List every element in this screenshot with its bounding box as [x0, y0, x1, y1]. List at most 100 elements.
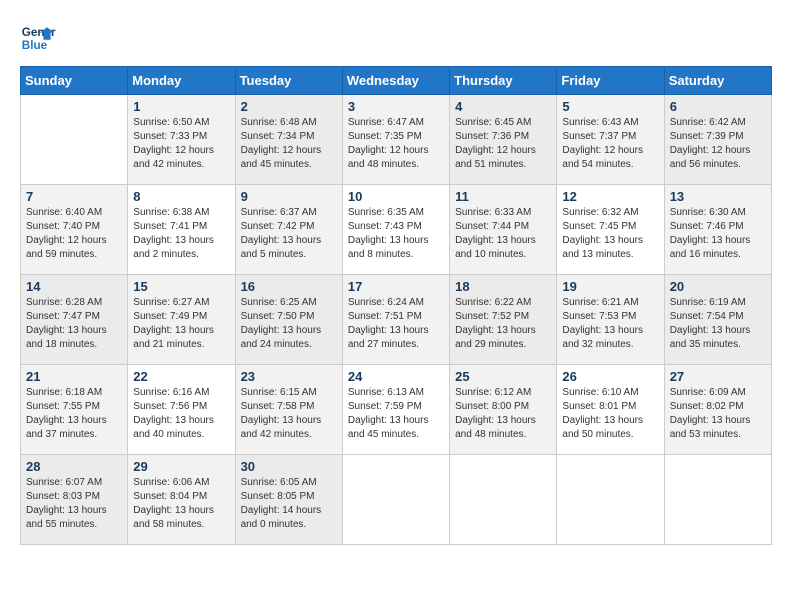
day-info: Sunrise: 6:07 AM Sunset: 8:03 PM Dayligh… — [26, 476, 122, 532]
column-header-friday: Friday — [557, 67, 664, 95]
day-info: Sunrise: 6:05 AM Sunset: 8:05 PM Dayligh… — [241, 476, 337, 532]
day-number: 5 — [562, 99, 658, 114]
day-cell: 28 Sunrise: 6:07 AM Sunset: 8:03 PM Dayli… — [21, 455, 128, 545]
day-cell: 21Sunrise: 6:18 AM Sunset: 7:55 PM Dayli… — [21, 365, 128, 455]
day-cell: 30 Sunrise: 6:05 AM Sunset: 8:05 PM Dayli… — [235, 455, 342, 545]
day-number: 28 — [26, 459, 122, 474]
day-cell: 12 Sunrise: 6:32 AM Sunset: 7:45 PM Dayli… — [557, 185, 664, 275]
column-header-wednesday: Wednesday — [342, 67, 449, 95]
day-info: Sunrise: 6:12 AM Sunset: 8:00 PM Dayligh… — [455, 386, 551, 442]
day-cell — [557, 455, 664, 545]
day-number: 9 — [241, 189, 337, 204]
day-cell: 24Sunrise: 6:13 AM Sunset: 7:59 PM Dayli… — [342, 365, 449, 455]
week-row-5: 28 Sunrise: 6:07 AM Sunset: 8:03 PM Dayli… — [21, 455, 772, 545]
day-number: 1 — [133, 99, 229, 114]
day-cell: 29Sunrise: 6:06 AM Sunset: 8:04 PM Dayli… — [128, 455, 235, 545]
day-cell: 20 Sunrise: 6:19 AM Sunset: 7:54 PM Dayli… — [664, 275, 771, 365]
day-cell: 18 Sunrise: 6:22 AM Sunset: 7:52 PM Dayli… — [450, 275, 557, 365]
day-info: Sunrise: 6:47 AM Sunset: 7:35 PM Dayligh… — [348, 116, 444, 172]
day-number: 30 — [241, 459, 337, 474]
day-info: Sunrise: 6:28 AM Sunset: 7:47 PM Dayligh… — [26, 296, 122, 352]
day-cell: 25 Sunrise: 6:12 AM Sunset: 8:00 PM Dayli… — [450, 365, 557, 455]
column-header-tuesday: Tuesday — [235, 67, 342, 95]
day-number: 15 — [133, 279, 229, 294]
day-info: Sunrise: 6:06 AM Sunset: 8:04 PM Dayligh… — [133, 476, 229, 532]
day-cell: 11 Sunrise: 6:33 AM Sunset: 7:44 PM Dayli… — [450, 185, 557, 275]
day-info: Sunrise: 6:45 AM Sunset: 7:36 PM Dayligh… — [455, 116, 551, 172]
day-cell: 16 Sunrise: 6:25 AM Sunset: 7:50 PM Dayli… — [235, 275, 342, 365]
day-cell: 15 Sunrise: 6:27 AM Sunset: 7:49 PM Dayli… — [128, 275, 235, 365]
day-cell — [21, 95, 128, 185]
day-number: 26 — [562, 369, 658, 384]
week-row-4: 21Sunrise: 6:18 AM Sunset: 7:55 PM Dayli… — [21, 365, 772, 455]
day-number: 14 — [26, 279, 122, 294]
day-number: 18 — [455, 279, 551, 294]
column-header-monday: Monday — [128, 67, 235, 95]
day-info: Sunrise: 6:22 AM Sunset: 7:52 PM Dayligh… — [455, 296, 551, 352]
day-number: 10 — [348, 189, 444, 204]
column-header-sunday: Sunday — [21, 67, 128, 95]
day-cell: 6 Sunrise: 6:42 AM Sunset: 7:39 PM Daylig… — [664, 95, 771, 185]
week-row-1: 1 Sunrise: 6:50 AM Sunset: 7:33 PM Daylig… — [21, 95, 772, 185]
day-info: Sunrise: 6:32 AM Sunset: 7:45 PM Dayligh… — [562, 206, 658, 262]
day-info: Sunrise: 6:40 AM Sunset: 7:40 PM Dayligh… — [26, 206, 122, 262]
day-number: 7 — [26, 189, 122, 204]
page-header: General Blue — [20, 20, 772, 56]
day-number: 13 — [670, 189, 766, 204]
day-info: Sunrise: 6:16 AM Sunset: 7:56 PM Dayligh… — [133, 386, 229, 442]
day-info: Sunrise: 6:15 AM Sunset: 7:58 PM Dayligh… — [241, 386, 337, 442]
day-cell: 7 Sunrise: 6:40 AM Sunset: 7:40 PM Daylig… — [21, 185, 128, 275]
day-info: Sunrise: 6:21 AM Sunset: 7:53 PM Dayligh… — [562, 296, 658, 352]
week-row-3: 14 Sunrise: 6:28 AM Sunset: 7:47 PM Dayli… — [21, 275, 772, 365]
day-info: Sunrise: 6:19 AM Sunset: 7:54 PM Dayligh… — [670, 296, 766, 352]
day-info: Sunrise: 6:38 AM Sunset: 7:41 PM Dayligh… — [133, 206, 229, 262]
svg-text:Blue: Blue — [22, 39, 48, 52]
day-number: 4 — [455, 99, 551, 114]
day-info: Sunrise: 6:27 AM Sunset: 7:49 PM Dayligh… — [133, 296, 229, 352]
day-cell: 1 Sunrise: 6:50 AM Sunset: 7:33 PM Daylig… — [128, 95, 235, 185]
calendar-body: 1 Sunrise: 6:50 AM Sunset: 7:33 PM Daylig… — [21, 95, 772, 545]
day-number: 25 — [455, 369, 551, 384]
day-number: 11 — [455, 189, 551, 204]
day-cell: 17Sunrise: 6:24 AM Sunset: 7:51 PM Dayli… — [342, 275, 449, 365]
day-cell: 2 Sunrise: 6:48 AM Sunset: 7:34 PM Daylig… — [235, 95, 342, 185]
day-cell: 13Sunrise: 6:30 AM Sunset: 7:46 PM Dayli… — [664, 185, 771, 275]
day-cell: 9Sunrise: 6:37 AM Sunset: 7:42 PM Daylig… — [235, 185, 342, 275]
day-info: Sunrise: 6:25 AM Sunset: 7:50 PM Dayligh… — [241, 296, 337, 352]
calendar-header-row: SundayMondayTuesdayWednesdayThursdayFrid… — [21, 67, 772, 95]
day-cell: 10 Sunrise: 6:35 AM Sunset: 7:43 PM Dayli… — [342, 185, 449, 275]
day-cell: 27Sunrise: 6:09 AM Sunset: 8:02 PM Dayli… — [664, 365, 771, 455]
day-info: Sunrise: 6:43 AM Sunset: 7:37 PM Dayligh… — [562, 116, 658, 172]
day-number: 23 — [241, 369, 337, 384]
day-cell: 22 Sunrise: 6:16 AM Sunset: 7:56 PM Dayli… — [128, 365, 235, 455]
day-info: Sunrise: 6:24 AM Sunset: 7:51 PM Dayligh… — [348, 296, 444, 352]
day-info: Sunrise: 6:50 AM Sunset: 7:33 PM Dayligh… — [133, 116, 229, 172]
day-info: Sunrise: 6:42 AM Sunset: 7:39 PM Dayligh… — [670, 116, 766, 172]
day-info: Sunrise: 6:48 AM Sunset: 7:34 PM Dayligh… — [241, 116, 337, 172]
day-info: Sunrise: 6:13 AM Sunset: 7:59 PM Dayligh… — [348, 386, 444, 442]
day-cell: 3 Sunrise: 6:47 AM Sunset: 7:35 PM Daylig… — [342, 95, 449, 185]
day-number: 6 — [670, 99, 766, 114]
day-number: 3 — [348, 99, 444, 114]
day-cell: 4 Sunrise: 6:45 AM Sunset: 7:36 PM Daylig… — [450, 95, 557, 185]
day-number: 12 — [562, 189, 658, 204]
day-number: 22 — [133, 369, 229, 384]
day-cell: 23 Sunrise: 6:15 AM Sunset: 7:58 PM Dayli… — [235, 365, 342, 455]
day-number: 16 — [241, 279, 337, 294]
column-header-saturday: Saturday — [664, 67, 771, 95]
day-cell — [450, 455, 557, 545]
day-info: Sunrise: 6:18 AM Sunset: 7:55 PM Dayligh… — [26, 386, 122, 442]
day-info: Sunrise: 6:10 AM Sunset: 8:01 PM Dayligh… — [562, 386, 658, 442]
day-info: Sunrise: 6:35 AM Sunset: 7:43 PM Dayligh… — [348, 206, 444, 262]
day-cell — [664, 455, 771, 545]
day-cell: 19 Sunrise: 6:21 AM Sunset: 7:53 PM Dayli… — [557, 275, 664, 365]
day-cell: 8Sunrise: 6:38 AM Sunset: 7:41 PM Daylig… — [128, 185, 235, 275]
day-number: 27 — [670, 369, 766, 384]
day-number: 2 — [241, 99, 337, 114]
day-number: 19 — [562, 279, 658, 294]
day-cell: 14 Sunrise: 6:28 AM Sunset: 7:47 PM Dayli… — [21, 275, 128, 365]
day-info: Sunrise: 6:33 AM Sunset: 7:44 PM Dayligh… — [455, 206, 551, 262]
day-cell: 5 Sunrise: 6:43 AM Sunset: 7:37 PM Daylig… — [557, 95, 664, 185]
day-cell — [342, 455, 449, 545]
day-number: 20 — [670, 279, 766, 294]
